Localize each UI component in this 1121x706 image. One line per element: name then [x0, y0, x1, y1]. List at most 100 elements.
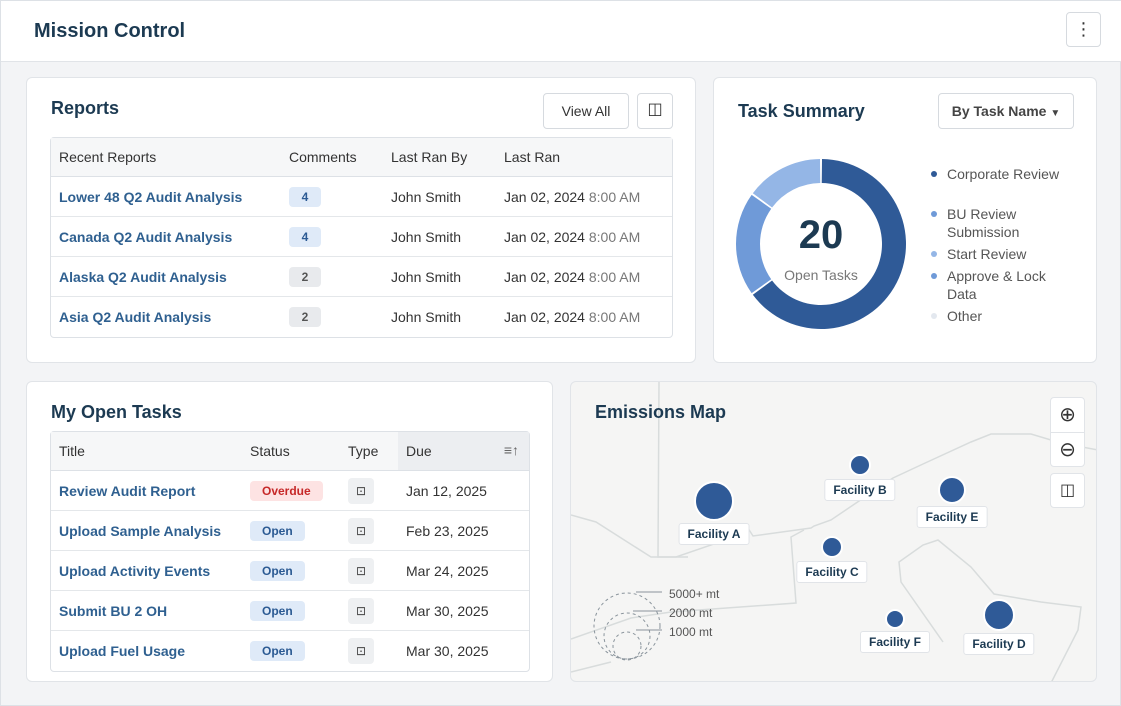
open-tasks-title: My Open Tasks	[51, 402, 182, 422]
col-header[interactable]: Title	[51, 432, 242, 471]
comment-count-badge: 2	[289, 307, 321, 327]
legend-dot	[931, 313, 937, 319]
facility-marker[interactable]	[885, 609, 905, 629]
reports-table: Recent Reports Comments Last Ran By Last Ra…	[50, 137, 673, 338]
facility-label[interactable]: Facility F	[859, 631, 931, 653]
task-link[interactable]: Submit BU 2 OH	[59, 603, 167, 619]
col-header[interactable]: Last Ran By	[383, 138, 496, 177]
task-link[interactable]: Upload Activity Events	[59, 563, 210, 579]
facility-label[interactable]: Facility D	[963, 633, 1035, 655]
zoom-in-icon[interactable]: ⊕	[1051, 398, 1084, 432]
open-tasks-card: My Open Tasks Title Status Type Due ≡↑ Revie…	[26, 381, 553, 682]
task-link[interactable]: Upload Sample Analysis	[59, 523, 221, 539]
col-header[interactable]: Comments	[281, 138, 383, 177]
legend-label: Other	[947, 308, 983, 324]
group-by-dropdown[interactable]: By Task Name ▼	[938, 93, 1074, 129]
comment-count-badge: 4	[289, 226, 321, 247]
app-header: Mission Control ⋮	[1, 1, 1121, 62]
review-task-icon: ⊡	[348, 638, 374, 664]
review-task-icon: ⊡	[348, 477, 374, 504]
time: 8:00 AM	[588, 268, 641, 285]
last-ran: Jan 02, 2024 8:00 AM	[496, 217, 672, 257]
last-ran-by: John Smith	[383, 257, 496, 297]
task-link[interactable]: Review Audit Report	[59, 483, 195, 499]
donut-segment[interactable]	[752, 159, 821, 208]
facility-label[interactable]: Facility C	[796, 561, 868, 583]
time: 8:00 AM	[588, 228, 641, 245]
legend-item[interactable]: BU Review Submission	[931, 205, 1067, 241]
legend-label: Approve & Lock Data	[947, 268, 1046, 302]
report-link[interactable]: Asia Q2 Audit Analysis	[59, 309, 211, 325]
last-ran: Jan 02, 2024 8:00 AM	[496, 257, 672, 297]
facility-marker[interactable]	[694, 481, 734, 521]
legend-item[interactable]: Approve & Lock Data	[931, 267, 1067, 303]
table-row[interactable]: Asia Q2 Audit Analysis 2 John Smith Jan 02,…	[51, 297, 672, 337]
legend-dot	[931, 251, 937, 257]
legend-item[interactable]: Start Review	[931, 245, 1067, 263]
facility-label[interactable]: Facility E	[916, 506, 988, 528]
table-row[interactable]: Canada Q2 Audit Analysis 4 John Smith Jan 0…	[51, 217, 672, 257]
table-row[interactable]: Alaska Q2 Audit Analysis 2 John Smith Jan 0…	[51, 257, 672, 297]
col-header[interactable]: Status	[242, 432, 340, 471]
caret-down-icon: ▼	[1050, 108, 1061, 119]
scale-label: 1000 mt	[669, 625, 713, 639]
date: Jan 02, 2024	[504, 228, 585, 245]
table-row[interactable]: Upload Fuel Usage Open ⊡ Mar 30, 2025	[51, 631, 529, 671]
table-row[interactable]: Submit BU 2 OH Open ⊡ Mar 30, 2025	[51, 591, 529, 631]
status-badge: Overdue	[250, 480, 323, 501]
review-task-icon: ⊡	[348, 557, 374, 584]
legend-dot	[931, 273, 937, 279]
date: Jan 02, 2024	[504, 188, 585, 205]
donut-label: Open Tasks	[784, 267, 858, 283]
more-vertical-icon[interactable]: ⋮	[1066, 12, 1101, 47]
task-link[interactable]: Upload Fuel Usage	[59, 643, 185, 659]
time: 8:00 AM	[588, 309, 641, 325]
legend-item[interactable]: Other	[931, 307, 1067, 325]
zoom-controls: ⊕ ⊖	[1050, 397, 1085, 467]
status-badge: Open	[250, 560, 305, 581]
legend-item[interactable]: Corporate Review	[931, 165, 1067, 183]
last-ran-by: John Smith	[383, 217, 496, 257]
task-summary-title: Task Summary	[738, 101, 865, 121]
time: 8:00 AM	[588, 188, 641, 205]
comment-count-badge: 2	[289, 266, 321, 287]
col-header[interactable]: Type	[340, 432, 398, 471]
facility-marker[interactable]	[983, 599, 1015, 631]
facility-marker[interactable]	[821, 536, 843, 558]
reports-card: Reports View All ◫ Recent Reports Comment…	[26, 77, 696, 363]
legend-label: Start Review	[947, 246, 1027, 262]
emissions-map-title: Emissions Map	[595, 402, 727, 422]
split-view-icon[interactable]: ◫	[1050, 473, 1085, 508]
facility-marker[interactable]	[938, 476, 966, 504]
reports-title: Reports	[51, 98, 120, 118]
report-link[interactable]: Alaska Q2 Audit Analysis	[59, 269, 227, 285]
zoom-out-icon[interactable]: ⊖	[1051, 432, 1084, 467]
col-header[interactable]: Recent Reports	[51, 138, 281, 177]
split-view-icon[interactable]: ◫	[637, 93, 673, 129]
status-badge: Open	[250, 520, 305, 541]
facility-label[interactable]: Facility B	[824, 479, 896, 501]
due-date: Mar 30, 2025	[406, 643, 489, 659]
report-link[interactable]: Canada Q2 Audit Analysis	[59, 229, 232, 245]
col-header-due[interactable]: Due ≡↑	[398, 432, 529, 471]
due-date: Jan 12, 2025	[398, 471, 529, 511]
view-all-button[interactable]: View All	[543, 93, 629, 129]
table-row[interactable]: Upload Activity Events Open ⊡ Mar 24, 2025	[51, 551, 529, 591]
date: Jan 02, 2024	[504, 268, 585, 285]
table-row[interactable]: Review Audit Report Overdue ⊡ Jan 12, 2025	[51, 471, 529, 511]
last-ran-by: John Smith	[391, 309, 462, 325]
facility-marker[interactable]	[849, 454, 871, 476]
table-row[interactable]: Lower 48 Q2 Audit Analysis 4 John Smith Jan…	[51, 177, 672, 217]
status-badge: Open	[250, 641, 305, 661]
sort-ascending-icon[interactable]: ≡↑	[504, 442, 519, 458]
report-link[interactable]: Lower 48 Q2 Audit Analysis	[59, 189, 242, 205]
legend-label: BU Review Submission	[947, 206, 1020, 240]
last-ran: Jan 02, 2024 8:00 AM	[496, 177, 672, 217]
col-header[interactable]: Last Ran	[496, 138, 672, 177]
legend-dot	[931, 211, 937, 217]
due-date: Mar 30, 2025	[398, 591, 529, 631]
table-row[interactable]: Upload Sample Analysis Open ⊡ Feb 23, 2025	[51, 511, 529, 551]
donut-total: 20	[798, 213, 844, 257]
scale-label: 2000 mt	[669, 606, 713, 620]
facility-label[interactable]: Facility A	[678, 523, 750, 545]
